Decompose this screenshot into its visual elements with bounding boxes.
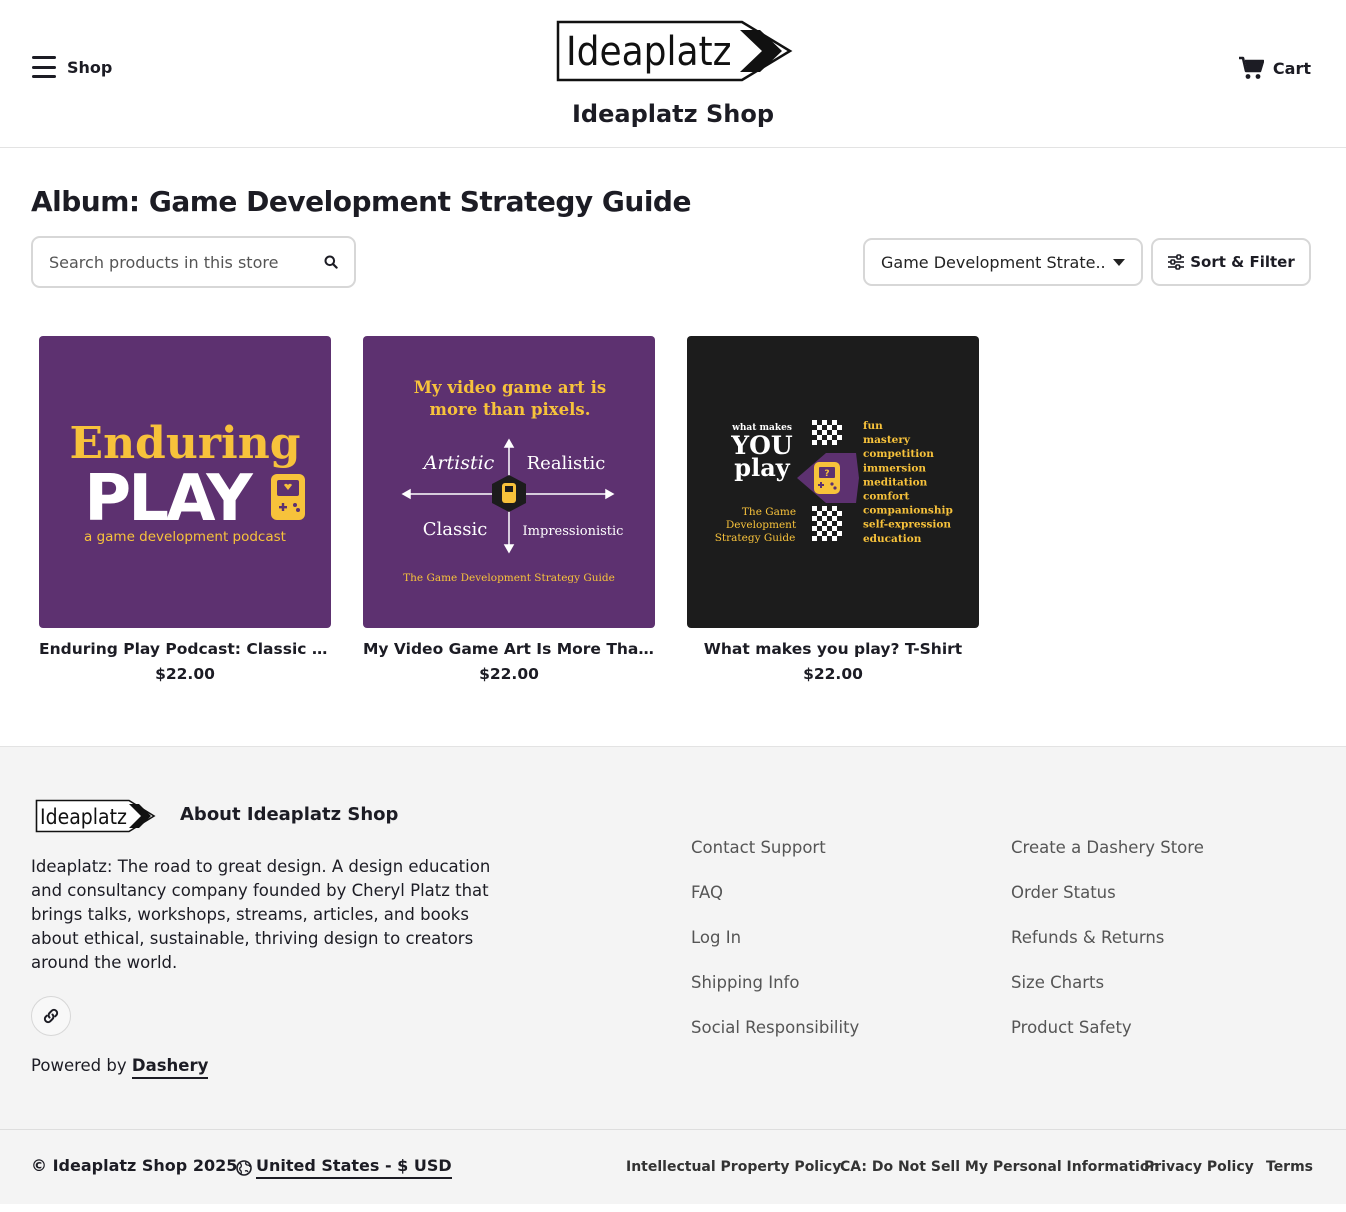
footer-link-social-responsibility[interactable]: Social Responsibility — [691, 1018, 859, 1037]
quadrant-impressionistic: Impressionistic — [523, 524, 624, 539]
site-footer: Ideaplatz About Ideaplatz Shop Ideaplatz… — [0, 746, 1346, 1204]
art-footer: The Game Development Strategy Guide — [403, 572, 615, 584]
search-box — [31, 236, 356, 288]
quadrant-classic: Classic — [423, 519, 488, 540]
product-image[interactable]: what makes YOU play The Game Development… — [687, 336, 979, 628]
search-input[interactable] — [49, 252, 295, 272]
checker-pattern — [812, 420, 842, 445]
cart-button[interactable]: Cart — [1238, 56, 1311, 80]
footer-link-product-safety[interactable]: Product Safety — [1011, 1018, 1132, 1037]
art-play: play — [734, 453, 790, 482]
play-motivation-word: companionship — [863, 505, 953, 517]
product-price: $22.00 — [155, 665, 215, 683]
link-icon — [43, 1008, 59, 1024]
shop-menu-button[interactable]: Shop — [32, 56, 112, 78]
shop-title: Ideaplatz Shop — [571, 100, 775, 128]
legal-link-terms[interactable]: Terms — [1266, 1159, 1313, 1175]
footer-link-order-status[interactable]: Order Status — [1011, 883, 1116, 902]
play-motivation-word: mastery — [863, 434, 911, 446]
filter-sliders-icon — [1168, 254, 1185, 270]
search-icon[interactable] — [324, 255, 338, 269]
copyright: © Ideaplatz Shop 2025 — [31, 1156, 238, 1175]
logo-text: Ideaplatz — [566, 29, 732, 75]
album-select-value: Game Development Strate... — [881, 252, 1107, 272]
album-select[interactable]: Game Development Strate... — [863, 238, 1143, 286]
quadrant-realistic: Realistic — [527, 453, 606, 474]
cart-label: Cart — [1272, 58, 1311, 78]
page-title: Album: Game Development Strategy Guide — [31, 185, 691, 218]
product-name[interactable]: What makes you play? T-Shirt — [687, 640, 979, 658]
product-name[interactable]: My Video Game Art Is More Than ... — [363, 640, 655, 658]
play-motivation-word: competition — [863, 448, 934, 460]
quadrant-artistic: Artistic — [422, 452, 495, 474]
dashery-link[interactable]: Dashery — [131, 1056, 209, 1079]
play-motivation-word: immersion — [863, 462, 926, 474]
product-price: $22.00 — [803, 665, 863, 683]
art-guide-line1: The Game — [742, 506, 796, 518]
locale-label: United States - $ USD — [256, 1156, 452, 1179]
art-guide-line3: Strategy Guide — [715, 532, 796, 544]
footer-link-shipping-info[interactable]: Shipping Info — [691, 973, 799, 992]
art-guide-line2: Development — [726, 519, 797, 531]
play-motivation-word: comfort — [863, 491, 910, 503]
handheld-console-icon — [271, 474, 305, 520]
legal-link-ip-policy[interactable]: Intellectual Property Policy — [626, 1159, 841, 1175]
website-link-button[interactable] — [31, 996, 71, 1036]
art-title-line2: PLAY — [84, 462, 253, 536]
footer-link-create-store[interactable]: Create a Dashery Store — [1011, 838, 1204, 857]
product-image[interactable]: Enduring PLAY a game development podcast — [39, 336, 331, 628]
svg-text:?: ? — [824, 469, 829, 479]
art-headline2: more than pixels. — [430, 400, 591, 419]
about-text: Ideaplatz: The road to great design. A d… — [31, 857, 491, 972]
play-motivation-word: self-expression — [863, 519, 951, 531]
sort-filter-button[interactable]: Sort & Filter — [1151, 238, 1311, 286]
cart-icon — [1238, 56, 1264, 79]
shop-menu-label: Shop — [67, 57, 113, 77]
product-card[interactable]: what makes YOU play The Game Development… — [687, 336, 979, 683]
sort-filter-label: Sort & Filter — [1190, 253, 1295, 271]
locale-selector[interactable]: United States - $ USD — [236, 1156, 452, 1179]
product-card[interactable]: My video game art is more than pixels. A… — [363, 336, 655, 683]
product-image[interactable]: My video game art is more than pixels. A… — [363, 336, 655, 628]
legal-link-do-not-sell[interactable]: CA: Do Not Sell My Personal Information — [840, 1159, 1159, 1175]
footer-link-log-in[interactable]: Log In — [691, 928, 741, 947]
footer-link-refunds-returns[interactable]: Refunds & Returns — [1011, 928, 1164, 947]
powered-by-prefix: Powered by — [31, 1056, 127, 1075]
art-subtitle: a game development podcast — [84, 529, 286, 545]
hamburger-icon — [32, 56, 56, 78]
product-price: $22.00 — [479, 665, 539, 683]
play-motivation-word: education — [863, 533, 922, 545]
footer-link-size-charts[interactable]: Size Charts — [1011, 973, 1104, 992]
powered-by: Powered by Dashery — [31, 1056, 209, 1079]
chevron-down-icon — [1113, 258, 1125, 266]
site-header: Shop Ideaplatz Ideaplatz Shop Cart — [0, 0, 1346, 148]
checker-pattern — [812, 506, 842, 541]
footer-link-faq[interactable]: FAQ — [691, 883, 723, 902]
art-headline1: My video game art is — [414, 378, 606, 397]
product-card[interactable]: Enduring PLAY a game development podcast… — [39, 336, 331, 683]
legal-link-privacy-policy[interactable]: Privacy Policy — [1144, 1159, 1254, 1175]
play-motivation-word: fun — [863, 420, 883, 432]
handheld-console-icon: ? — [814, 462, 840, 494]
play-motivation-word: meditation — [863, 476, 928, 488]
product-name[interactable]: Enduring Play Podcast: Classic Lo... — [39, 640, 331, 658]
globe-icon — [236, 1159, 252, 1176]
ideaplatz-logo[interactable]: Ideaplatz — [556, 20, 794, 82]
footer-bottom-bar: © Ideaplatz Shop 2025 United States - $ … — [0, 1129, 1346, 1205]
footer-ideaplatz-logo[interactable]: Ideaplatz — [35, 799, 157, 833]
footer-link-contact-support[interactable]: Contact Support — [691, 838, 826, 857]
footer-logo-text: Ideaplatz — [40, 805, 127, 829]
handheld-console-icon — [502, 483, 516, 503]
about-title: About Ideaplatz Shop — [180, 804, 399, 825]
